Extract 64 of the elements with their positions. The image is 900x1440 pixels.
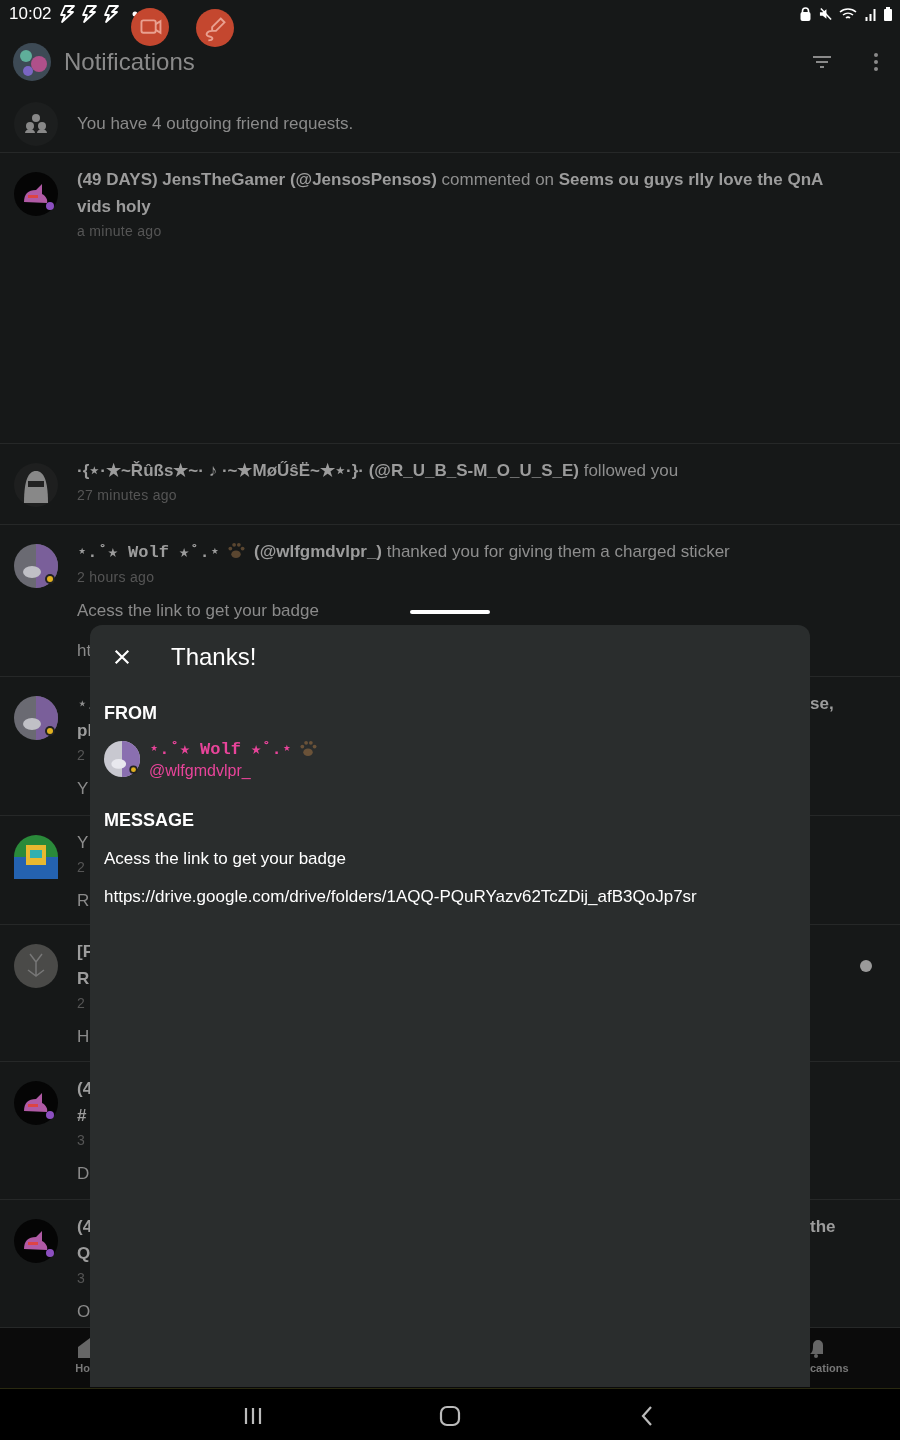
unread-dot [860,960,872,972]
pen-button[interactable] [196,9,234,47]
group-icon [14,101,58,146]
notification-time: 3 [77,1131,86,1150]
bell-icon [810,1338,824,1358]
notification-time: 27 minutes ago [77,486,177,505]
notification-title: ·{⋆·★~Řûßs★~· ♪ ·~★MøŰŝË~★⋆·}· (@R_U_B_S-M_O_U_S_E) followed you [77,461,679,480]
notification-message: H [77,1026,90,1048]
battery-icon [884,7,892,21]
notification-time: a minute ago [77,222,162,241]
user-avatar[interactable] [14,463,58,507]
notification-title: Y [77,833,89,852]
status-time: 10:02 [9,4,52,24]
message-text: Acess the link to get your badge [104,849,346,869]
home-tab[interactable]: Ho [74,1338,90,1374]
lightning-icon [57,5,76,23]
section-heading: FROM [104,703,157,724]
notification-time: 2 [77,858,86,877]
notification-message: R [77,890,90,912]
lock-icon [799,7,812,21]
sheet-handle[interactable] [410,610,490,614]
notification-title: Q [77,1244,91,1263]
notification-message: D [77,1163,90,1185]
notification-message: Y [77,778,89,800]
notification-time: 2 [77,994,86,1013]
sender-name[interactable]: ⋆.˚★ Wolf ★˚.⋆ [149,738,292,759]
sheet-title: Thanks! [171,643,257,671]
user-avatar[interactable] [14,696,58,740]
notification-message: Acess the link to get your badge [77,600,319,622]
wifi-icon [839,7,857,21]
friend-requests-text[interactable]: You have 4 outgoing friend requests. [77,113,354,134]
notification-time: 2 [77,746,86,765]
lightning-icon [101,5,120,23]
notification-time: 2 hours ago [77,568,155,587]
notifications-tab[interactable]: cations [810,1338,849,1374]
home-button-icon[interactable] [438,1403,462,1428]
notification-title: se, [810,694,834,713]
notification-title: (49 DAYS) JensTheGamer (@JensosPensos) commented on Seems ou guys rlly love the QnA vids holy [77,170,823,216]
message-text: https://drive.google.com/drive/folders/1AQQ-PQuRYazv62TcZDij_afB3QoJp7sr [104,887,697,907]
mute-icon [819,7,832,21]
notification-message: O [77,1301,91,1323]
signal-icon [864,7,877,21]
user-avatar[interactable] [14,1081,58,1125]
user-avatar[interactable] [14,172,58,216]
notification-title: the [810,1217,836,1236]
section-heading: MESSAGE [104,810,195,831]
notification-message: ht [77,640,92,662]
close-icon[interactable] [113,648,131,666]
notification-title: # [77,1106,87,1125]
notification-title: ⋆.˚★ Wolf ★˚.⋆ [77,542,220,561]
sender-avatar[interactable] [104,741,140,777]
page-title: Notifications [64,47,195,76]
paw-icon [225,542,246,559]
user-avatar[interactable] [14,1219,58,1263]
profile-avatar[interactable] [12,41,52,82]
sender-handle[interactable]: @wlfgmdvlpr_ [149,762,318,780]
notification-title: (@wlfgmdvlpr_) thanked you for giving them a charged sticker [253,542,730,561]
user-avatar[interactable] [14,544,58,588]
paw-icon [297,740,318,757]
notification-time: 3 [77,1269,86,1288]
lightning-icon [79,5,98,23]
notification-title: R [77,969,90,988]
user-avatar[interactable] [14,835,58,879]
video-camera-button[interactable] [131,8,169,46]
